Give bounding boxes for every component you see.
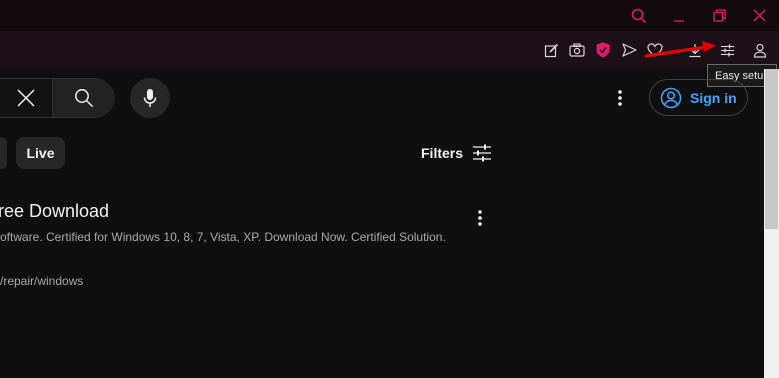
more-options-button[interactable] [606,84,634,112]
scrollbar-thumb[interactable] [765,69,778,229]
minimize-icon[interactable] [659,0,699,31]
sign-in-button[interactable]: Sign in [649,79,748,116]
chip-live[interactable]: Live [16,137,65,169]
more-vert-icon [618,90,622,106]
send-icon[interactable] [619,40,639,60]
camera-icon[interactable] [567,40,587,60]
result-more-options-button[interactable] [466,204,494,232]
page-scrollbar[interactable] [764,69,779,378]
restore-icon[interactable] [699,0,739,31]
close-icon[interactable] [739,0,779,31]
annotation-arrow [644,41,716,58]
close-icon [17,89,35,107]
easy-setup-icon[interactable] [717,40,737,60]
voice-search-button[interactable] [130,78,170,118]
result-title-link[interactable]: ree Download [0,201,109,222]
search-icon[interactable] [619,0,659,31]
more-vert-icon [478,210,482,226]
clear-search-button[interactable] [1,79,51,117]
title-bar [0,0,779,31]
search-box[interactable] [0,78,115,118]
chip-previous[interactable] [0,137,7,169]
sign-in-label: Sign in [690,89,737,106]
tune-icon [473,144,492,162]
account-circle-icon [660,87,682,108]
filters-label: Filters [421,145,464,161]
profile-icon[interactable] [750,40,770,60]
search-button[interactable] [52,79,115,117]
microphone-icon [143,89,157,107]
edit-icon[interactable] [541,40,561,60]
shield-icon[interactable] [593,40,613,60]
result-description: oftware. Certified for Windows 10, 8, 7,… [0,230,446,244]
filters-button[interactable]: Filters [421,140,492,166]
result-url[interactable]: /repair/windows [0,274,83,288]
search-icon [75,89,94,108]
